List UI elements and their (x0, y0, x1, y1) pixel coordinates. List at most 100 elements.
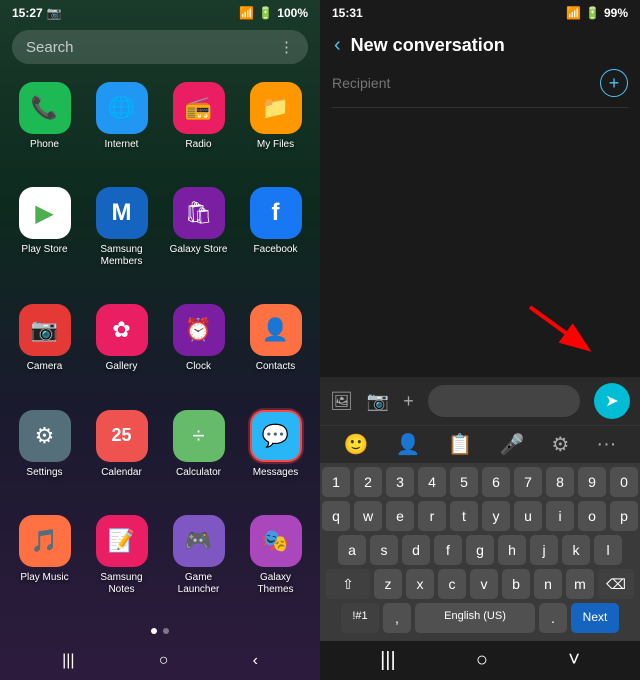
key-0[interactable]: 0 (610, 467, 638, 497)
key-m[interactable]: m (566, 569, 594, 599)
backspace-key[interactable]: ⌫ (598, 569, 634, 599)
app-internet[interactable]: 🌐 Internet (85, 74, 158, 175)
app-facebook[interactable]: f Facebook (239, 179, 312, 292)
right-home-button[interactable]: ○ (476, 649, 488, 672)
key-8[interactable]: 8 (546, 467, 574, 497)
back-button-right[interactable]: ‹ (334, 34, 341, 57)
key-j[interactable]: j (530, 535, 558, 565)
key-4[interactable]: 4 (418, 467, 446, 497)
add-attach-icon[interactable]: + (403, 391, 414, 412)
period-key[interactable]: . (539, 603, 567, 633)
key-5[interactable]: 5 (450, 467, 478, 497)
key-f[interactable]: f (434, 535, 462, 565)
key-b[interactable]: b (502, 569, 530, 599)
galaxy-store-icon: 🛍 (173, 187, 225, 239)
app-grid: 📞 Phone 🌐 Internet 📻 Radio 📁 My Files ▶ … (0, 74, 320, 620)
app-phone[interactable]: 📞 Phone (8, 74, 81, 175)
key-2[interactable]: 2 (354, 467, 382, 497)
key-6[interactable]: 6 (482, 467, 510, 497)
key-t[interactable]: t (450, 501, 478, 531)
app-camera[interactable]: 📷 Camera (8, 296, 81, 397)
app-messages[interactable]: 💬 Messages (239, 402, 312, 503)
right-back-chevron[interactable]: ˅ (568, 649, 580, 672)
app-calculator[interactable]: ÷ Calculator (162, 402, 235, 503)
app-facebook-label: Facebook (254, 244, 298, 256)
more-keyboard-icon[interactable]: ··· (596, 433, 616, 456)
key-a[interactable]: a (338, 535, 366, 565)
contacts-icon: 👤 (250, 304, 302, 356)
camera-attach-icon[interactable]: 📷 (367, 391, 389, 412)
key-7[interactable]: 7 (514, 467, 542, 497)
comma-key[interactable]: , (383, 603, 411, 633)
key-r[interactable]: r (418, 501, 446, 531)
voice-input-pill[interactable] (428, 385, 580, 417)
sticker-icon[interactable]: 👤 (396, 432, 421, 457)
settings-keyboard-icon[interactable]: ⚙ (551, 432, 569, 457)
recipient-input[interactable] (332, 71, 600, 95)
search-bar[interactable]: Search ⋮ (12, 30, 308, 64)
app-samsung-notes[interactable]: 📝 Samsung Notes (85, 507, 158, 620)
right-battery-pct: 99% (604, 6, 628, 20)
app-samsung-members[interactable]: M Samsung Members (85, 179, 158, 292)
key-q[interactable]: q (322, 501, 350, 531)
key-e[interactable]: e (386, 501, 414, 531)
samsung-members-icon: M (96, 187, 148, 239)
app-galaxy-themes[interactable]: 🎭 Galaxy Themes (239, 507, 312, 620)
samsung-notes-icon: 📝 (96, 515, 148, 567)
shift-key[interactable]: ⇧ (326, 569, 370, 599)
next-key[interactable]: Next (571, 603, 619, 633)
app-playstore[interactable]: ▶ Play Store (8, 179, 81, 292)
key-y[interactable]: y (482, 501, 510, 531)
right-recent-button[interactable]: ||| (380, 649, 396, 672)
emoji-icon[interactable]: 🙂 (344, 432, 369, 457)
app-galaxy-themes-label: Galaxy Themes (243, 572, 308, 596)
app-playmusic-label: Play Music (20, 572, 68, 584)
app-myfiles[interactable]: 📁 My Files (239, 74, 312, 175)
clipboard-icon[interactable]: 📋 (447, 432, 472, 457)
image-attach-icon[interactable]: 🖼 (330, 391, 353, 412)
app-contacts-label: Contacts (256, 361, 295, 373)
mic-icon[interactable]: 🎤 (499, 432, 524, 457)
key-p[interactable]: p (610, 501, 638, 531)
app-gallery[interactable]: ✿ Gallery (85, 296, 158, 397)
key-9[interactable]: 9 (578, 467, 606, 497)
conversation-title: New conversation (351, 35, 505, 56)
app-settings[interactable]: ⚙ Settings (8, 402, 81, 503)
key-w[interactable]: w (354, 501, 382, 531)
key-d[interactable]: d (402, 535, 430, 565)
send-button[interactable]: ➤ (594, 383, 630, 419)
key-g[interactable]: g (466, 535, 494, 565)
key-u[interactable]: u (514, 501, 542, 531)
app-game-launcher[interactable]: 🎮 Game Launcher (162, 507, 235, 620)
key-n[interactable]: n (534, 569, 562, 599)
more-icon[interactable]: ⋮ (279, 38, 294, 56)
key-z[interactable]: z (374, 569, 402, 599)
key-h[interactable]: h (498, 535, 526, 565)
key-3[interactable]: 3 (386, 467, 414, 497)
app-contacts[interactable]: 👤 Contacts (239, 296, 312, 397)
app-calculator-label: Calculator (176, 467, 221, 479)
dot-2 (163, 628, 169, 634)
app-playmusic[interactable]: 🎵 Play Music (8, 507, 81, 620)
recent-apps-button[interactable]: ||| (62, 652, 74, 670)
key-o[interactable]: o (578, 501, 606, 531)
app-samsung-notes-label: Samsung Notes (89, 572, 154, 596)
key-v[interactable]: v (470, 569, 498, 599)
key-k[interactable]: k (562, 535, 590, 565)
app-clock[interactable]: ⏰ Clock (162, 296, 235, 397)
key-c[interactable]: c (438, 569, 466, 599)
key-1[interactable]: 1 (322, 467, 350, 497)
add-recipient-button[interactable]: + (600, 69, 628, 97)
key-x[interactable]: x (406, 569, 434, 599)
key-s[interactable]: s (370, 535, 398, 565)
space-key[interactable]: English (US) (415, 603, 535, 633)
back-button[interactable]: ‹ (253, 652, 258, 670)
key-i[interactable]: i (546, 501, 574, 531)
message-area[interactable] (320, 112, 640, 377)
app-galaxy-store[interactable]: 🛍 Galaxy Store (162, 179, 235, 292)
app-radio[interactable]: 📻 Radio (162, 74, 235, 175)
home-button[interactable]: ○ (159, 652, 169, 670)
key-l[interactable]: l (594, 535, 622, 565)
app-calendar[interactable]: 25 Calendar (85, 402, 158, 503)
sym-key[interactable]: !#1 (341, 603, 379, 633)
